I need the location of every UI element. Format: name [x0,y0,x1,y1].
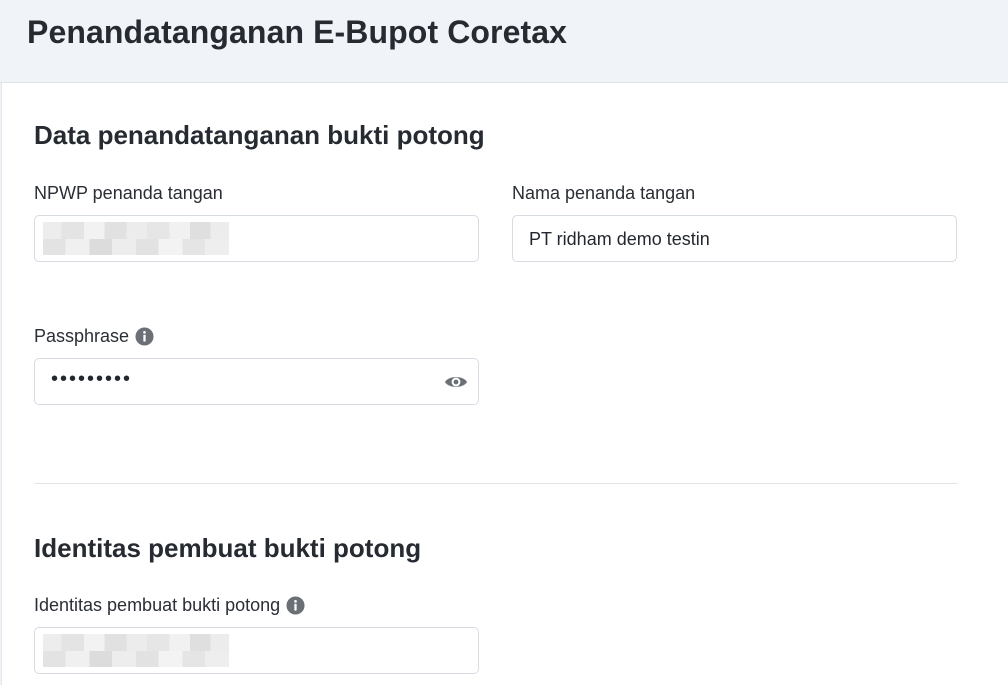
passphrase-input[interactable]: ••••••••• [34,358,479,405]
signing-form-card: Data penandatanganan bukti potong NPWP p… [1,83,1008,685]
creator-identity-label-text: Identitas pembuat bukti potong [34,595,281,615]
redacted-identity-value [43,634,229,667]
creator-section-title: Identitas pembuat bukti potong [34,533,422,563]
signer-section-title: Data penandatanganan bukti potong [34,120,485,150]
section-divider [34,483,958,484]
info-icon[interactable] [135,327,154,346]
passphrase-label-text: Passphrase [34,326,130,346]
signer-name-input[interactable]: PT ridham demo testin [512,215,957,262]
npwp-input[interactable] [34,215,479,262]
signer-name-label-text: Nama penanda tangan [512,183,696,203]
npwp-label: NPWP penanda tangan [34,183,223,204]
signer-name-value: PT ridham demo testin [529,229,710,249]
page-title: Penandatanganan E-Bupot Coretax [27,14,568,50]
info-icon[interactable] [286,596,305,615]
passphrase-masked-value: ••••••••• [51,368,133,390]
signer-name-label: Nama penanda tangan [512,183,695,204]
eye-icon[interactable] [444,371,468,393]
redacted-npwp-value [43,222,229,255]
creator-identity-label: Identitas pembuat bukti potong [34,595,305,616]
page-header: Penandatanganan E-Bupot Coretax [0,0,1008,83]
npwp-label-text: NPWP penanda tangan [34,183,223,203]
creator-identity-input[interactable] [34,627,479,674]
passphrase-label: Passphrase [34,326,154,347]
